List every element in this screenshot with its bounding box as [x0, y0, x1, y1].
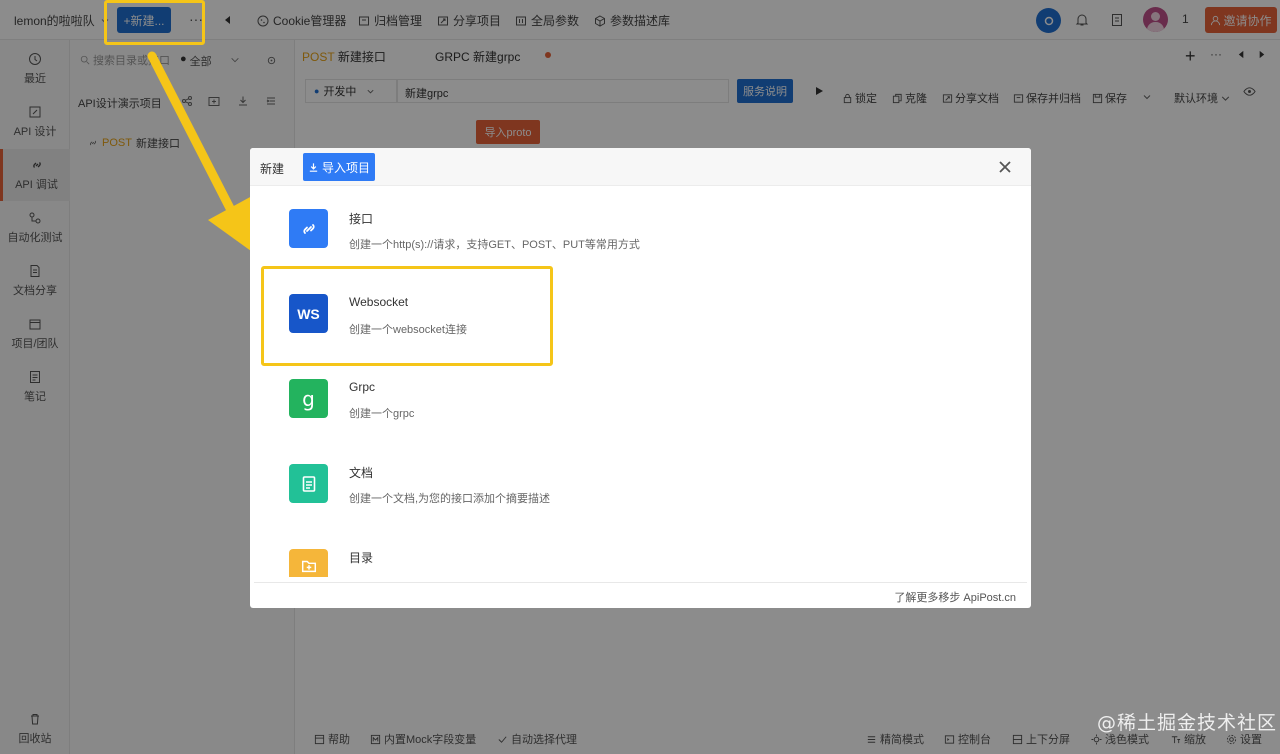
interface-option-icon[interactable]: [289, 209, 328, 248]
watermark: @稀土掘金技术社区: [1097, 712, 1278, 734]
option-desc-interface: 创建一个http(s)://请求，支持GET、POST、PUT等常用方式: [349, 239, 640, 251]
modal-footer-link[interactable]: 了解更多移步 ApiPost.cn: [894, 589, 1016, 605]
document-icon[interactable]: [289, 464, 328, 503]
modal-footer-divider: [254, 582, 1027, 583]
close-icon[interactable]: [998, 160, 1012, 174]
option-desc-grpc: 创建一个grpc: [349, 408, 415, 420]
option-title-document[interactable]: 文档: [349, 464, 373, 481]
new-item-modal: 新建 导入项目 接口 创建一个http(s)://请求，支持GET、POST、P…: [250, 148, 1031, 608]
download-icon: [309, 162, 318, 172]
import-project-button[interactable]: 导入项目: [303, 153, 375, 181]
link-icon: [302, 223, 315, 234]
new-button-highlight: [104, 0, 205, 45]
option-title-directory[interactable]: 目录: [349, 549, 373, 566]
option-title-interface[interactable]: 接口: [349, 210, 373, 227]
websocket-highlight: [261, 266, 553, 366]
folder-add-icon[interactable]: [289, 549, 328, 577]
grpc-icon[interactable]: g: [289, 379, 328, 418]
option-title-grpc[interactable]: Grpc: [349, 380, 375, 394]
option-desc-document: 创建一个文档,为您的接口添加个摘要描述: [349, 493, 551, 505]
modal-title: 新建: [260, 162, 285, 176]
